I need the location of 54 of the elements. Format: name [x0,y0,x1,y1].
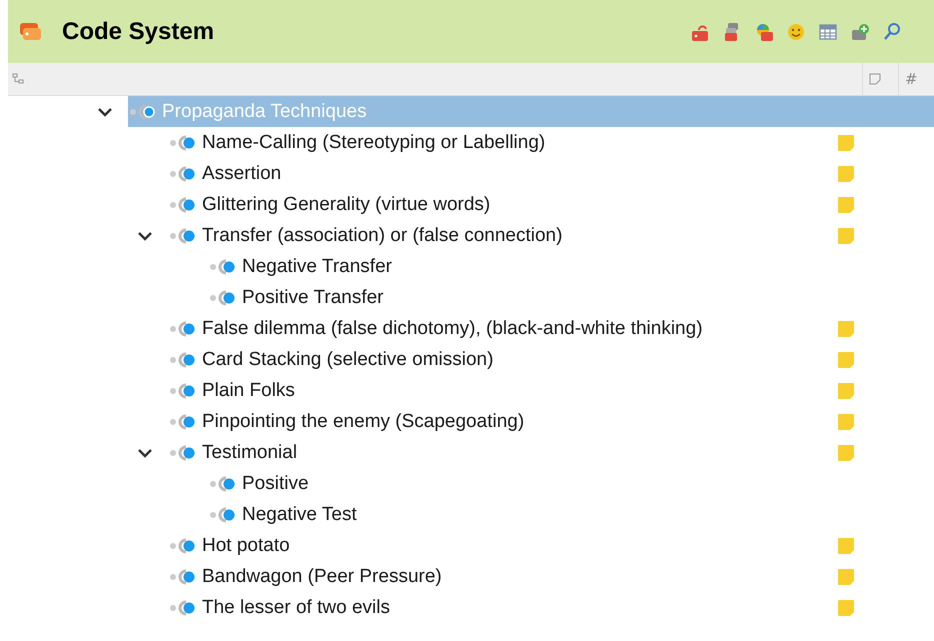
tree-row[interactable]: Bandwagon (Peer Pressure) [0,561,934,592]
code-label: The lesser of two evils [202,596,390,618]
code-label: Propaganda Techniques [162,100,367,122]
tree-row[interactable]: Card Stacking (selective omission) [0,344,934,375]
tree-row[interactable]: Hot potato [0,530,934,561]
code-label: Pinpointing the enemy (Scapegoating) [202,410,524,432]
memo-icon[interactable] [838,134,854,150]
code-label: False dilemma (false dichotomy), (black-and-white thinking) [202,318,703,340]
memo-icon[interactable] [838,444,854,460]
panel-title: Code System [62,18,214,46]
memo-icon[interactable] [838,196,854,212]
memo-icon[interactable] [838,600,854,616]
code-label: Plain Folks [202,380,295,402]
memo-icon[interactable] [838,228,854,244]
memo-icon[interactable] [838,320,854,336]
tree-row[interactable]: Positive Transfer [0,282,934,313]
tree-row[interactable]: Testimonial [0,437,934,468]
memo-icon[interactable] [838,382,854,398]
code-label: Negative Transfer [242,256,392,278]
memo-icon[interactable] [838,538,854,554]
code-label: Glittering Generality (virtue words) [202,194,490,216]
memo-icon[interactable] [838,568,854,584]
smiley-icon[interactable] [786,22,806,42]
code-label: Hot potato [202,534,290,556]
code-label: Testimonial [202,442,298,464]
tree-row[interactable]: Name-Calling (Stereotyping or Labelling) [0,127,934,158]
tree-row[interactable]: Transfer (association) or (false connection) [0,220,934,251]
code-label: Transfer (association) or (false connection) [202,224,562,246]
code-label: Bandwagon (Peer Pressure) [202,566,442,588]
table-icon[interactable] [818,22,838,42]
code-label: Name-Calling (Stereotyping or Labelling) [202,132,546,154]
tree-row[interactable]: Positive [0,468,934,499]
tree-row[interactable]: Pinpointing the enemy (Scapegoating) [0,406,934,437]
memo-icon[interactable] [838,414,854,430]
code-label: Assertion [202,162,282,184]
tree-row[interactable]: Glittering Generality (virtue words) [0,189,934,220]
code-label: Positive Transfer [242,286,384,308]
tree-row[interactable]: The lesser of two evils [0,592,934,623]
add-code-icon[interactable] [850,22,870,42]
tree-row[interactable]: Negative Transfer [0,251,934,282]
search-icon[interactable] [882,22,902,42]
tree-row[interactable]: Plain Folks [0,375,934,406]
memo-icon[interactable] [838,166,854,182]
hierarchy-icon[interactable] [12,73,24,85]
code-system-icon [18,22,44,42]
color-codes-icon[interactable] [754,22,774,42]
code-label: Card Stacking (selective omission) [202,348,494,370]
memo-column-icon[interactable] [869,73,881,85]
memo-icon[interactable] [838,352,854,368]
tree-row[interactable]: False dilemma (false dichotomy), (black-and-white thinking) [0,313,934,344]
tree-row[interactable]: Assertion [0,158,934,189]
code-label: Positive [242,472,309,494]
code-label: Negative Test [242,504,357,526]
tree-row[interactable]: Negative Test [0,499,934,530]
